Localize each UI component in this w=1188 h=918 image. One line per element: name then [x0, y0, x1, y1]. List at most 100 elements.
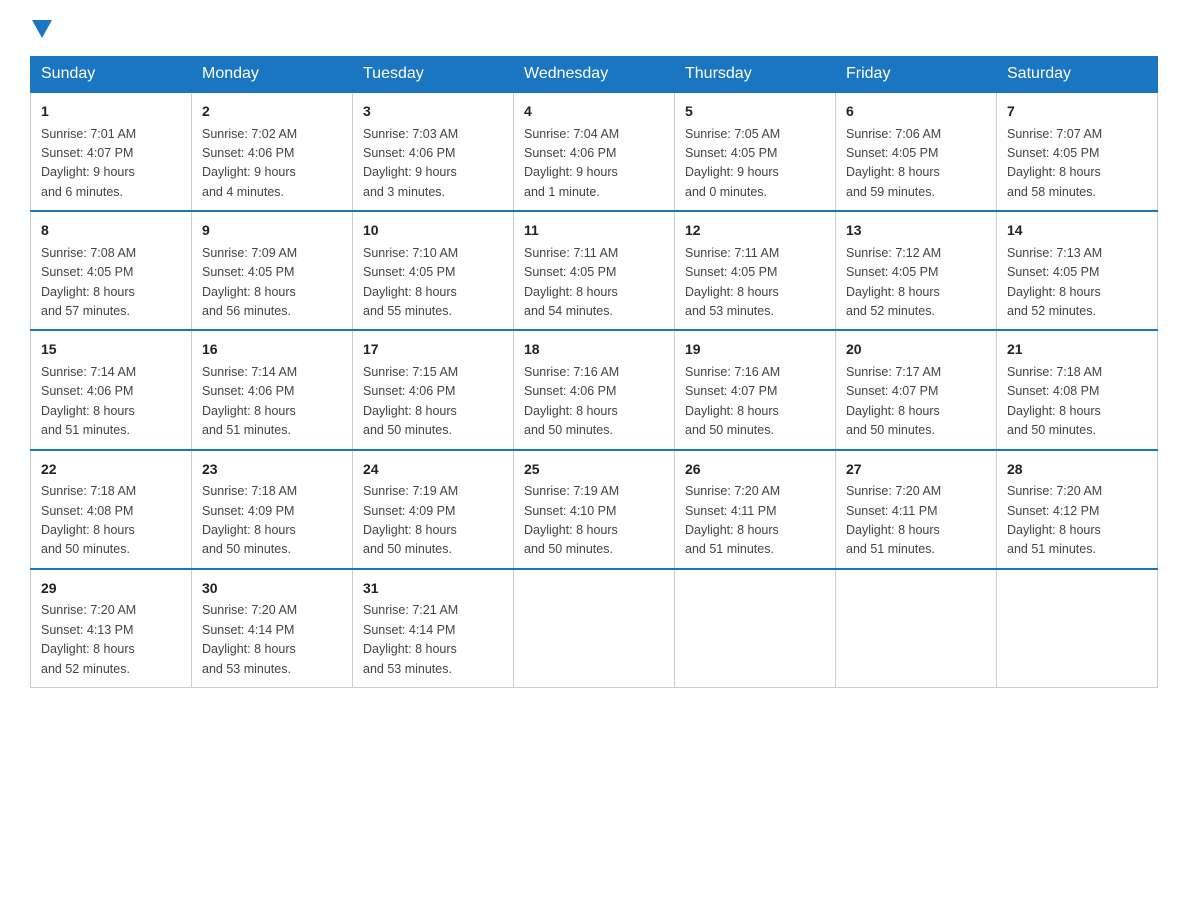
day-info: Sunrise: 7:20 AMSunset: 4:12 PMDaylight:… [1007, 484, 1102, 556]
calendar-cell: 8 Sunrise: 7:08 AMSunset: 4:05 PMDayligh… [31, 211, 192, 330]
calendar-cell: 14 Sunrise: 7:13 AMSunset: 4:05 PMDaylig… [997, 211, 1158, 330]
calendar-cell [836, 569, 997, 688]
calendar-cell [997, 569, 1158, 688]
calendar-cell [675, 569, 836, 688]
day-number: 9 [202, 220, 342, 242]
day-info: Sunrise: 7:04 AMSunset: 4:06 PMDaylight:… [524, 127, 619, 199]
calendar-cell: 18 Sunrise: 7:16 AMSunset: 4:06 PMDaylig… [514, 330, 675, 449]
calendar-cell: 7 Sunrise: 7:07 AMSunset: 4:05 PMDayligh… [997, 92, 1158, 211]
logo-triangle-icon [32, 20, 52, 38]
day-number: 1 [41, 101, 181, 123]
calendar-cell: 5 Sunrise: 7:05 AMSunset: 4:05 PMDayligh… [675, 92, 836, 211]
day-info: Sunrise: 7:01 AMSunset: 4:07 PMDaylight:… [41, 127, 136, 199]
day-number: 8 [41, 220, 181, 242]
day-info: Sunrise: 7:20 AMSunset: 4:13 PMDaylight:… [41, 603, 136, 675]
logo-area [30, 20, 54, 38]
day-number: 7 [1007, 101, 1147, 123]
day-number: 30 [202, 578, 342, 600]
day-number: 25 [524, 459, 664, 481]
day-info: Sunrise: 7:07 AMSunset: 4:05 PMDaylight:… [1007, 127, 1102, 199]
calendar-cell: 26 Sunrise: 7:20 AMSunset: 4:11 PMDaylig… [675, 450, 836, 569]
calendar-cell: 27 Sunrise: 7:20 AMSunset: 4:11 PMDaylig… [836, 450, 997, 569]
day-info: Sunrise: 7:19 AMSunset: 4:10 PMDaylight:… [524, 484, 619, 556]
calendar-cell: 24 Sunrise: 7:19 AMSunset: 4:09 PMDaylig… [353, 450, 514, 569]
day-number: 10 [363, 220, 503, 242]
day-info: Sunrise: 7:14 AMSunset: 4:06 PMDaylight:… [41, 365, 136, 437]
day-info: Sunrise: 7:13 AMSunset: 4:05 PMDaylight:… [1007, 246, 1102, 318]
day-info: Sunrise: 7:12 AMSunset: 4:05 PMDaylight:… [846, 246, 941, 318]
day-number: 4 [524, 101, 664, 123]
day-info: Sunrise: 7:06 AMSunset: 4:05 PMDaylight:… [846, 127, 941, 199]
day-info: Sunrise: 7:10 AMSunset: 4:05 PMDaylight:… [363, 246, 458, 318]
day-number: 15 [41, 339, 181, 361]
day-info: Sunrise: 7:18 AMSunset: 4:09 PMDaylight:… [202, 484, 297, 556]
day-info: Sunrise: 7:09 AMSunset: 4:05 PMDaylight:… [202, 246, 297, 318]
calendar-cell: 1 Sunrise: 7:01 AMSunset: 4:07 PMDayligh… [31, 92, 192, 211]
day-info: Sunrise: 7:11 AMSunset: 4:05 PMDaylight:… [685, 246, 779, 318]
weekday-header-friday: Friday [836, 57, 997, 93]
day-number: 17 [363, 339, 503, 361]
calendar-cell: 17 Sunrise: 7:15 AMSunset: 4:06 PMDaylig… [353, 330, 514, 449]
week-row-5: 29 Sunrise: 7:20 AMSunset: 4:13 PMDaylig… [31, 569, 1158, 688]
day-info: Sunrise: 7:18 AMSunset: 4:08 PMDaylight:… [1007, 365, 1102, 437]
calendar-cell: 29 Sunrise: 7:20 AMSunset: 4:13 PMDaylig… [31, 569, 192, 688]
day-number: 16 [202, 339, 342, 361]
day-info: Sunrise: 7:20 AMSunset: 4:14 PMDaylight:… [202, 603, 297, 675]
calendar-cell: 23 Sunrise: 7:18 AMSunset: 4:09 PMDaylig… [192, 450, 353, 569]
day-info: Sunrise: 7:16 AMSunset: 4:07 PMDaylight:… [685, 365, 780, 437]
weekday-header-thursday: Thursday [675, 57, 836, 93]
day-number: 24 [363, 459, 503, 481]
weekday-header-sunday: Sunday [31, 57, 192, 93]
page-header [30, 20, 1158, 38]
day-info: Sunrise: 7:05 AMSunset: 4:05 PMDaylight:… [685, 127, 780, 199]
day-number: 29 [41, 578, 181, 600]
day-info: Sunrise: 7:17 AMSunset: 4:07 PMDaylight:… [846, 365, 941, 437]
calendar-cell: 4 Sunrise: 7:04 AMSunset: 4:06 PMDayligh… [514, 92, 675, 211]
day-info: Sunrise: 7:15 AMSunset: 4:06 PMDaylight:… [363, 365, 458, 437]
day-info: Sunrise: 7:08 AMSunset: 4:05 PMDaylight:… [41, 246, 136, 318]
day-number: 21 [1007, 339, 1147, 361]
day-info: Sunrise: 7:16 AMSunset: 4:06 PMDaylight:… [524, 365, 619, 437]
weekday-header-row: SundayMondayTuesdayWednesdayThursdayFrid… [31, 57, 1158, 93]
calendar-cell: 19 Sunrise: 7:16 AMSunset: 4:07 PMDaylig… [675, 330, 836, 449]
weekday-header-tuesday: Tuesday [353, 57, 514, 93]
calendar-cell: 28 Sunrise: 7:20 AMSunset: 4:12 PMDaylig… [997, 450, 1158, 569]
day-info: Sunrise: 7:03 AMSunset: 4:06 PMDaylight:… [363, 127, 458, 199]
calendar-cell: 20 Sunrise: 7:17 AMSunset: 4:07 PMDaylig… [836, 330, 997, 449]
calendar-cell: 13 Sunrise: 7:12 AMSunset: 4:05 PMDaylig… [836, 211, 997, 330]
weekday-header-wednesday: Wednesday [514, 57, 675, 93]
calendar-cell: 31 Sunrise: 7:21 AMSunset: 4:14 PMDaylig… [353, 569, 514, 688]
day-info: Sunrise: 7:18 AMSunset: 4:08 PMDaylight:… [41, 484, 136, 556]
calendar-cell: 25 Sunrise: 7:19 AMSunset: 4:10 PMDaylig… [514, 450, 675, 569]
day-number: 14 [1007, 220, 1147, 242]
calendar-cell: 2 Sunrise: 7:02 AMSunset: 4:06 PMDayligh… [192, 92, 353, 211]
day-info: Sunrise: 7:21 AMSunset: 4:14 PMDaylight:… [363, 603, 458, 675]
day-number: 19 [685, 339, 825, 361]
day-number: 18 [524, 339, 664, 361]
day-number: 22 [41, 459, 181, 481]
calendar-cell: 10 Sunrise: 7:10 AMSunset: 4:05 PMDaylig… [353, 211, 514, 330]
calendar-cell: 15 Sunrise: 7:14 AMSunset: 4:06 PMDaylig… [31, 330, 192, 449]
week-row-4: 22 Sunrise: 7:18 AMSunset: 4:08 PMDaylig… [31, 450, 1158, 569]
day-number: 2 [202, 101, 342, 123]
day-info: Sunrise: 7:20 AMSunset: 4:11 PMDaylight:… [846, 484, 941, 556]
day-number: 31 [363, 578, 503, 600]
weekday-header-monday: Monday [192, 57, 353, 93]
day-number: 6 [846, 101, 986, 123]
day-number: 3 [363, 101, 503, 123]
day-info: Sunrise: 7:02 AMSunset: 4:06 PMDaylight:… [202, 127, 297, 199]
calendar-cell: 16 Sunrise: 7:14 AMSunset: 4:06 PMDaylig… [192, 330, 353, 449]
day-number: 26 [685, 459, 825, 481]
day-info: Sunrise: 7:11 AMSunset: 4:05 PMDaylight:… [524, 246, 618, 318]
calendar-cell: 30 Sunrise: 7:20 AMSunset: 4:14 PMDaylig… [192, 569, 353, 688]
day-info: Sunrise: 7:14 AMSunset: 4:06 PMDaylight:… [202, 365, 297, 437]
calendar-cell: 11 Sunrise: 7:11 AMSunset: 4:05 PMDaylig… [514, 211, 675, 330]
day-number: 28 [1007, 459, 1147, 481]
day-info: Sunrise: 7:20 AMSunset: 4:11 PMDaylight:… [685, 484, 780, 556]
calendar-cell: 12 Sunrise: 7:11 AMSunset: 4:05 PMDaylig… [675, 211, 836, 330]
week-row-2: 8 Sunrise: 7:08 AMSunset: 4:05 PMDayligh… [31, 211, 1158, 330]
day-number: 5 [685, 101, 825, 123]
calendar-table: SundayMondayTuesdayWednesdayThursdayFrid… [30, 56, 1158, 688]
day-number: 13 [846, 220, 986, 242]
day-number: 11 [524, 220, 664, 242]
